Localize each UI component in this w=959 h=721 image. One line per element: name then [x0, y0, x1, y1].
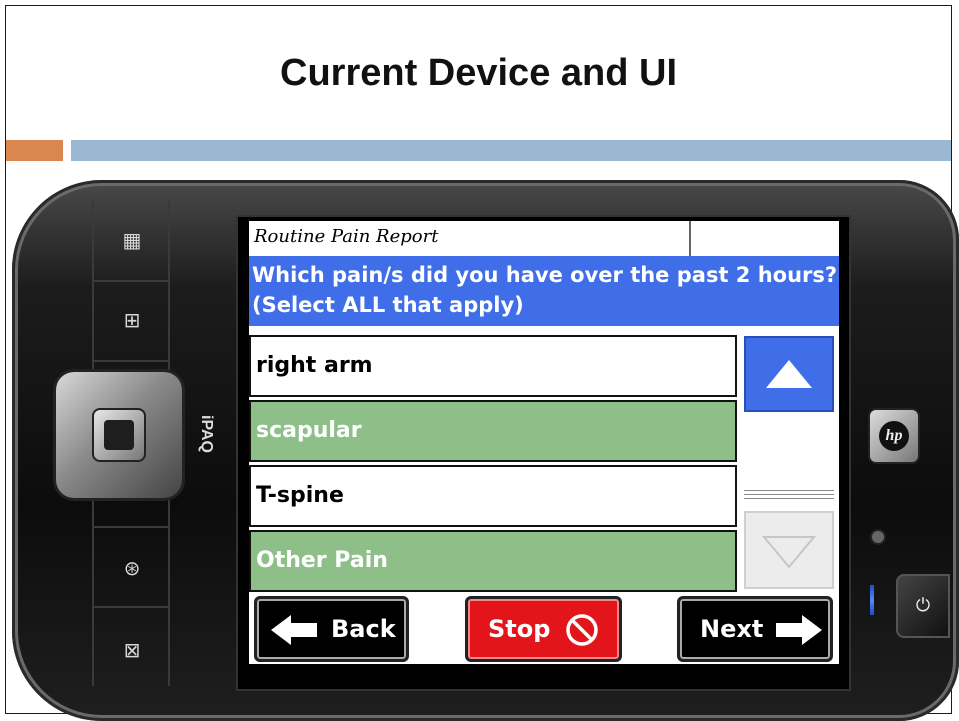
stop-button[interactable]: Stop	[465, 596, 622, 662]
arrow-left-icon	[271, 615, 317, 645]
power-button-icon[interactable]: ⏻	[896, 574, 950, 638]
window-title: Routine Pain Report	[254, 226, 439, 247]
hp-logo-icon: hp	[868, 408, 920, 464]
title-divider	[689, 221, 691, 256]
next-button[interactable]: Next	[677, 596, 833, 662]
power-led	[870, 585, 874, 615]
app-title-bar: Routine Pain Report	[249, 221, 839, 257]
accent-bar-blue	[71, 140, 951, 161]
slide-title: Current Device and UI	[280, 52, 677, 94]
windows-start-hw-button-icon[interactable]: ⊞	[120, 308, 144, 332]
triangle-up-icon	[766, 360, 812, 388]
dpad-navigation[interactable]	[56, 372, 182, 498]
calendar-hw-button-icon[interactable]: ▦	[120, 228, 144, 252]
option-right-arm[interactable]: right arm	[249, 335, 737, 397]
option-scapular[interactable]: scapular	[249, 400, 737, 462]
indicator-led	[872, 531, 884, 543]
option-t-spine[interactable]: T-spine	[249, 465, 737, 527]
messaging-hw-button-icon[interactable]: ⊠	[120, 638, 144, 662]
triangle-down-icon	[761, 536, 817, 569]
accent-bar-orange	[6, 140, 63, 161]
scroll-down-button[interactable]	[744, 511, 834, 589]
back-button-label: Back	[331, 615, 396, 643]
ok-hw-button-icon[interactable]: ⊛	[120, 556, 144, 580]
stop-button-label: Stop	[488, 615, 551, 643]
scrollbar-thumb[interactable]	[744, 490, 834, 504]
arrow-right-icon	[776, 615, 822, 645]
brand-label: iPAQ	[198, 415, 215, 453]
scroll-up-button[interactable]	[744, 336, 834, 412]
back-button[interactable]: Back	[254, 596, 409, 662]
question-prompt: Which pain/s did you have over the past …	[249, 256, 839, 326]
next-button-label: Next	[700, 615, 764, 643]
dpad-center-button[interactable]	[92, 408, 146, 462]
option-other-pain[interactable]: Other Pain	[249, 530, 737, 592]
prohibited-icon	[566, 614, 598, 646]
